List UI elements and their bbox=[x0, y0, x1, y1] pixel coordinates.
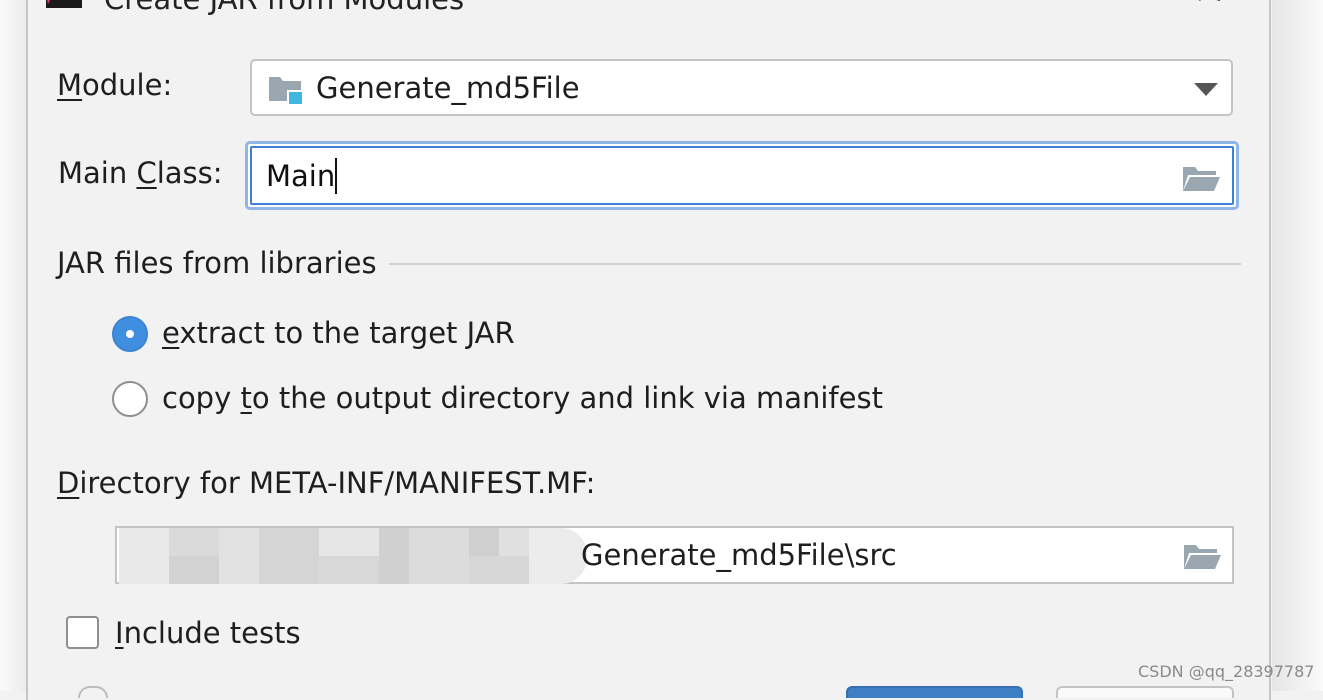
libraries-group-label: JAR files from libraries bbox=[57, 246, 377, 280]
radio-copy-rest: o the output directory and link via mani… bbox=[251, 381, 883, 415]
main-class-focus-ring bbox=[250, 146, 1234, 205]
module-value: Generate_md5File bbox=[316, 71, 580, 105]
include-tests-checkbox[interactable] bbox=[66, 616, 99, 649]
main-class-label: Main Class: bbox=[58, 156, 223, 190]
main-class-label-mnemonic: C bbox=[136, 156, 157, 190]
manifest-dir-label: Directory for META-INF/MANIFEST.MF: bbox=[57, 466, 595, 500]
folder-open-icon[interactable] bbox=[1181, 163, 1221, 193]
main-class-value: Main bbox=[266, 158, 338, 194]
background-right bbox=[1272, 0, 1323, 691]
main-class-label-start: Main bbox=[58, 156, 137, 190]
folder-open-icon[interactable] bbox=[1182, 541, 1222, 571]
module-folder-icon bbox=[269, 77, 304, 106]
radio-copy-mnemonic: t bbox=[240, 381, 252, 415]
cancel-button[interactable] bbox=[1056, 686, 1234, 698]
help-button[interactable] bbox=[78, 686, 108, 698]
module-label: Module: bbox=[57, 68, 172, 102]
manifest-dir-value: Generate_md5File\src bbox=[581, 538, 897, 572]
csdn-watermark: CSDN @qq_28397787 bbox=[1138, 662, 1315, 681]
close-icon[interactable] bbox=[1196, 0, 1226, 12]
module-combobox[interactable]: Generate_md5File bbox=[250, 59, 1233, 116]
include-tests-label[interactable]: Include tests bbox=[115, 616, 301, 650]
dialog-title: Create JAR from Modules bbox=[104, 0, 464, 16]
module-label-rest: odule: bbox=[82, 68, 173, 102]
chevron-down-icon[interactable] bbox=[1194, 83, 1218, 97]
radio-copy-label[interactable]: copy to the output directory and link vi… bbox=[162, 381, 883, 415]
radio-extract-label[interactable]: extract to the target JAR bbox=[162, 316, 515, 350]
radio-copy-start: copy bbox=[162, 381, 241, 415]
manifest-dir-rest: irectory for META-INF/MANIFEST.MF: bbox=[79, 466, 596, 500]
ok-button[interactable] bbox=[846, 686, 1023, 698]
redacted-path-mosaic bbox=[119, 528, 587, 584]
module-label-mnemonic: M bbox=[57, 68, 83, 102]
background-left bbox=[0, 0, 26, 691]
main-class-label-rest: lass: bbox=[156, 156, 223, 190]
group-separator bbox=[389, 263, 1241, 265]
radio-copy[interactable] bbox=[112, 381, 148, 417]
intellij-logo-icon bbox=[46, 0, 82, 8]
include-tests-rest: nclude tests bbox=[123, 616, 301, 650]
radio-extract[interactable] bbox=[112, 316, 148, 352]
radio-extract-mnemonic: e bbox=[162, 316, 180, 350]
manifest-dir-mnemonic: D bbox=[57, 466, 80, 500]
manifest-dir-input[interactable]: Generate_md5File\src bbox=[115, 526, 1234, 584]
include-tests-mnemonic: I bbox=[115, 616, 124, 650]
main-class-input[interactable]: Main bbox=[245, 141, 1239, 210]
radio-extract-rest: xtract to the target JAR bbox=[179, 316, 515, 350]
